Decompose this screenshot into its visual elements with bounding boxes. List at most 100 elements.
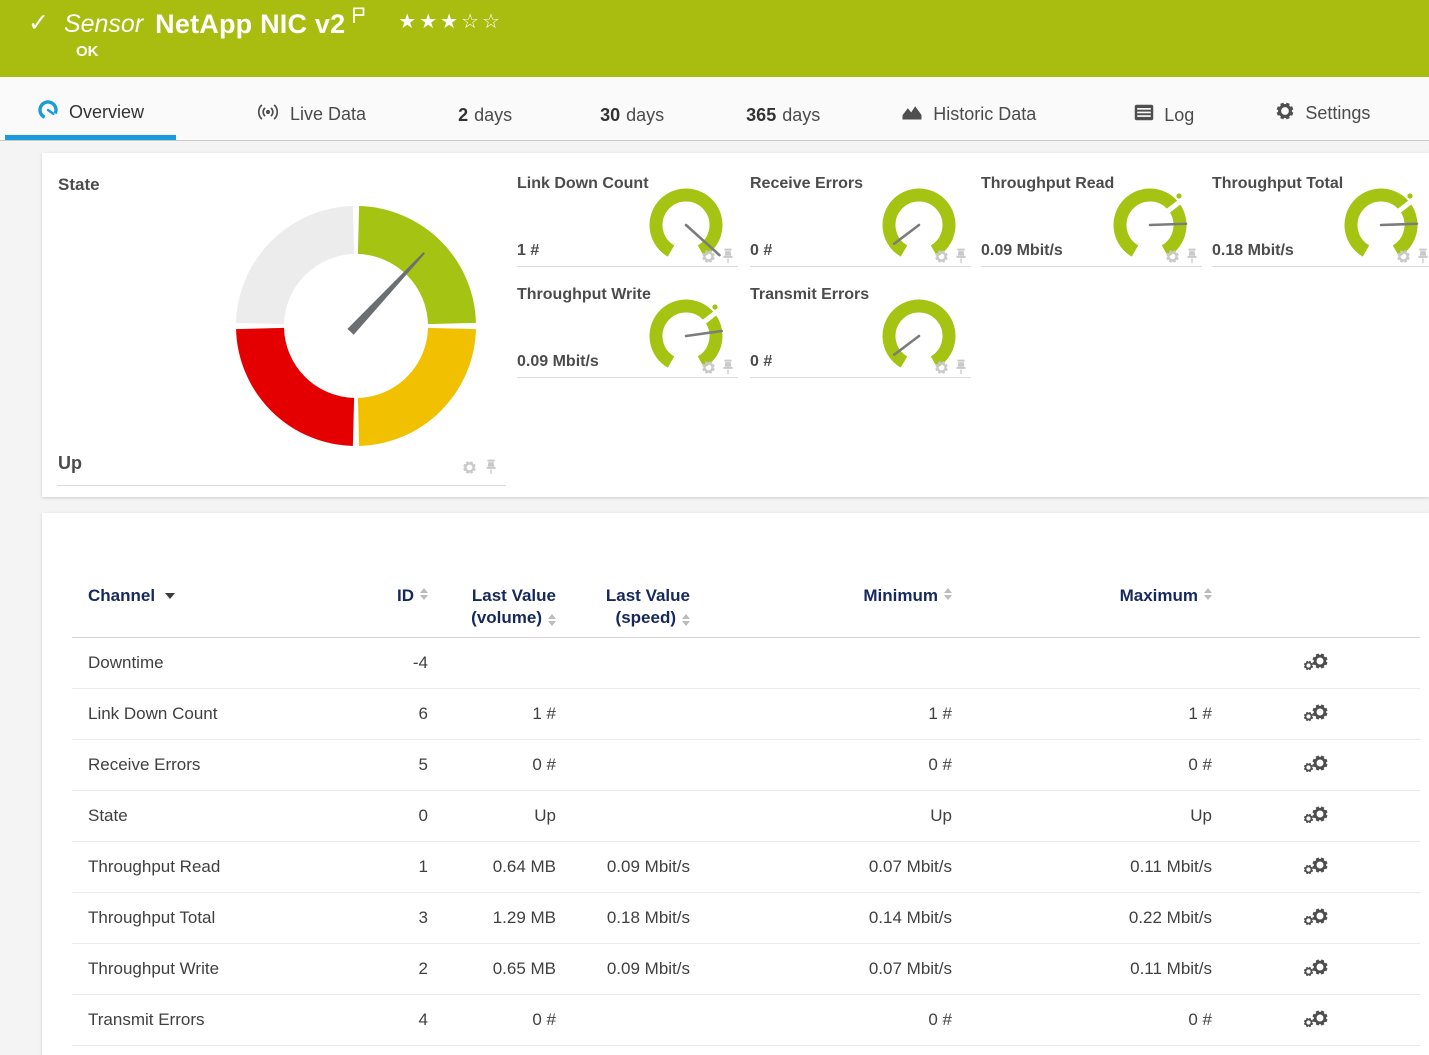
cell-last-volume: 0.64 MB	[428, 857, 556, 877]
gauge-value: 0 #	[750, 353, 772, 371]
sort-arrows-icon[interactable]	[548, 614, 556, 626]
cell-maximum: 0.22 Mbit/s	[952, 908, 1212, 928]
channel-settings-gear-icon[interactable]	[1303, 805, 1329, 828]
cell-last-volume: 0 #	[428, 1010, 556, 1030]
channel-settings-gear-icon[interactable]	[1303, 856, 1329, 879]
cell-id: 5	[370, 755, 428, 775]
table-row-link-down-count: Link Down Count61 #1 #1 #	[72, 689, 1420, 740]
gear-icon[interactable]	[1303, 813, 1314, 824]
cell-last-volume: 1 #	[428, 704, 556, 724]
channel-settings-gear-icon[interactable]	[1303, 703, 1329, 726]
gear-icon[interactable]	[462, 460, 477, 475]
cell-channel: State	[72, 806, 370, 826]
cell-last-volume: 0.65 MB	[428, 959, 556, 979]
column-header-min[interactable]: Minimum	[690, 585, 952, 629]
tab-overview[interactable]: Overview	[5, 99, 176, 140]
tab-365-days[interactable]: 365days	[714, 105, 852, 140]
tab-label: days	[474, 105, 512, 126]
sort-arrows-icon[interactable]	[682, 614, 690, 626]
gauge-card-actions	[934, 359, 967, 375]
pin-icon[interactable]	[955, 248, 967, 264]
pin-icon[interactable]	[485, 459, 497, 475]
column-header-last_speed[interactable]: Last Value(speed)	[556, 585, 690, 629]
tab-historic-data[interactable]: Historic Data	[869, 102, 1068, 140]
gear-icon[interactable]	[1303, 711, 1314, 722]
pin-icon[interactable]	[722, 248, 734, 264]
cell-id: 2	[370, 959, 428, 979]
gear-icon[interactable]	[1396, 249, 1411, 264]
channel-settings-gear-icon[interactable]	[1303, 907, 1329, 930]
pin-icon[interactable]	[955, 359, 967, 375]
gear-icon[interactable]	[934, 360, 949, 375]
flag-icon[interactable]	[352, 7, 366, 29]
cell-id: 6	[370, 704, 428, 724]
column-label: Channel	[88, 585, 155, 607]
cell-last-speed: 0.09 Mbit/s	[556, 959, 690, 979]
tab-log[interactable]: Log	[1102, 104, 1226, 140]
gauge-value: 0.09 Mbit/s	[517, 353, 599, 371]
gauge-card-link-down-count: Link Down Count1 #	[517, 173, 738, 267]
column-label: ID	[397, 585, 414, 607]
gear-icon[interactable]	[701, 249, 716, 264]
column-sublabel: (volume)	[471, 607, 542, 629]
column-header-id[interactable]: ID	[370, 585, 428, 629]
sort-arrows-icon[interactable]	[420, 588, 428, 600]
channel-settings-gear-icon[interactable]	[1303, 958, 1329, 981]
cell-minimum: 0.07 Mbit/s	[690, 959, 952, 979]
pin-icon[interactable]	[722, 359, 734, 375]
column-header-max[interactable]: Maximum	[952, 585, 1212, 629]
cell-minimum: 1 #	[690, 704, 952, 724]
gauge-label: Throughput Total	[1212, 175, 1343, 193]
tab-30-days[interactable]: 30days	[568, 105, 696, 140]
channel-settings-gear-icon[interactable]	[1303, 1009, 1329, 1032]
pin-icon[interactable]	[1186, 248, 1198, 264]
gauge-card-transmit-errors: Transmit Errors 0 #	[750, 284, 971, 378]
tab-settings[interactable]: Settings	[1243, 101, 1402, 140]
cell-channel: Link Down Count	[72, 704, 370, 724]
table-row-transmit-errors: Transmit Errors40 #0 #0 #	[72, 995, 1420, 1046]
gauge-card-throughput-read: Throughput Read0.09 Mbit/s	[981, 173, 1202, 267]
gear-icon[interactable]	[1303, 864, 1314, 875]
cell-id: 1	[370, 857, 428, 877]
channel-settings-gear-icon[interactable]	[1303, 652, 1329, 675]
column-header-channel[interactable]: Channel	[72, 585, 370, 629]
cell-maximum: Up	[952, 806, 1212, 826]
cell-channel: Transmit Errors	[72, 1010, 370, 1030]
pin-icon[interactable]	[1417, 248, 1429, 264]
sort-arrows-icon[interactable]	[944, 588, 952, 600]
priority-stars[interactable]: ★★★☆☆	[398, 9, 503, 33]
channels-table: Channel ID Last Value (volume) Last Value(sp…	[72, 513, 1420, 1046]
gear-icon[interactable]	[934, 249, 949, 264]
gear-icon[interactable]	[1303, 966, 1314, 977]
cell-id: 3	[370, 908, 428, 928]
gear-icon[interactable]	[1303, 1017, 1314, 1028]
sensor-status-text: OK	[76, 43, 99, 60]
cell-minimum: 0.07 Mbit/s	[690, 857, 952, 877]
gauge-card-actions	[934, 248, 967, 264]
cell-maximum: 0 #	[952, 755, 1212, 775]
tab-2-days[interactable]: 2 days	[426, 105, 544, 140]
gauge-card-throughput-write: Throughput Write0.09 Mbit/s	[517, 284, 738, 378]
gear-icon[interactable]	[1303, 660, 1314, 671]
gear-icon[interactable]	[701, 360, 716, 375]
channel-settings-gear-icon[interactable]	[1303, 754, 1329, 777]
channels-table-header: Channel ID Last Value (volume) Last Value(sp…	[72, 513, 1420, 638]
cell-last-volume: 1.29 MB	[428, 908, 556, 928]
gear-icon[interactable]	[1303, 915, 1314, 926]
tab-number: 2	[458, 105, 468, 126]
sort-desc-icon[interactable]	[165, 593, 175, 599]
table-row-state: State0UpUpUp	[72, 791, 1420, 842]
cell-minimum: 0.14 Mbit/s	[690, 908, 952, 928]
column-label: Last Value	[472, 586, 556, 605]
sort-arrows-icon[interactable]	[1204, 588, 1212, 600]
gear-icon[interactable]	[1303, 762, 1314, 773]
tab-number: 30	[600, 105, 620, 126]
cell-channel: Throughput Total	[72, 908, 370, 928]
gear-icon[interactable]	[1165, 249, 1180, 264]
tab-live-data[interactable]: Live Data	[224, 103, 398, 140]
gauge-label: Transmit Errors	[750, 286, 869, 304]
tab-number: 365	[746, 105, 776, 126]
column-header-last_volume[interactable]: Last Value (volume)	[428, 585, 556, 629]
column-label: Minimum	[863, 585, 938, 607]
column-label: Last Value	[606, 586, 690, 605]
